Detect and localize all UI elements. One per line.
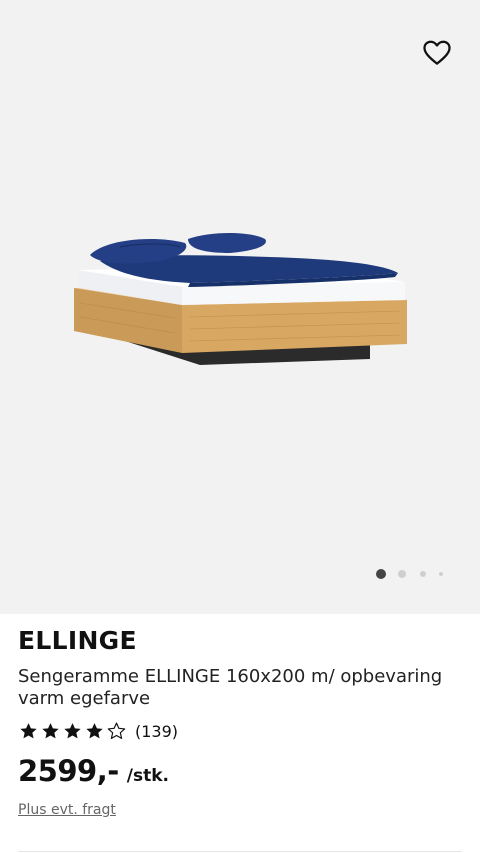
star-filled-icon <box>20 723 37 739</box>
star-filled-icon <box>64 723 81 739</box>
star-filled-icon <box>42 723 59 739</box>
heart-icon[interactable] <box>422 38 452 68</box>
star-outline-icon <box>107 722 126 739</box>
product-brand: ELLINGE <box>18 626 137 655</box>
gallery-dot[interactable] <box>398 570 406 578</box>
divider <box>18 851 462 852</box>
price-unit: /stk. <box>126 766 169 786</box>
review-count[interactable]: (139) <box>135 722 178 741</box>
rating-stars <box>18 721 127 741</box>
gallery-dot[interactable] <box>439 572 443 576</box>
product-image-gallery[interactable] <box>0 0 480 614</box>
gallery-dot-active[interactable] <box>376 569 386 579</box>
gallery-dot[interactable] <box>420 571 426 577</box>
product-info: ELLINGE Sengeramme ELLINGE 160x200 m/ op… <box>18 622 462 819</box>
product-rating[interactable]: (139) <box>18 720 462 742</box>
freight-info-link[interactable]: Plus evt. fragt <box>18 802 116 818</box>
price-row: 2599,- /stk. <box>18 754 462 788</box>
bed-frame-image <box>74 233 407 365</box>
product-description: Sengeramme ELLINGE 160x200 m/ opbevaring… <box>18 666 443 709</box>
product-price: 2599,- <box>18 754 119 788</box>
star-filled-icon <box>86 723 103 739</box>
